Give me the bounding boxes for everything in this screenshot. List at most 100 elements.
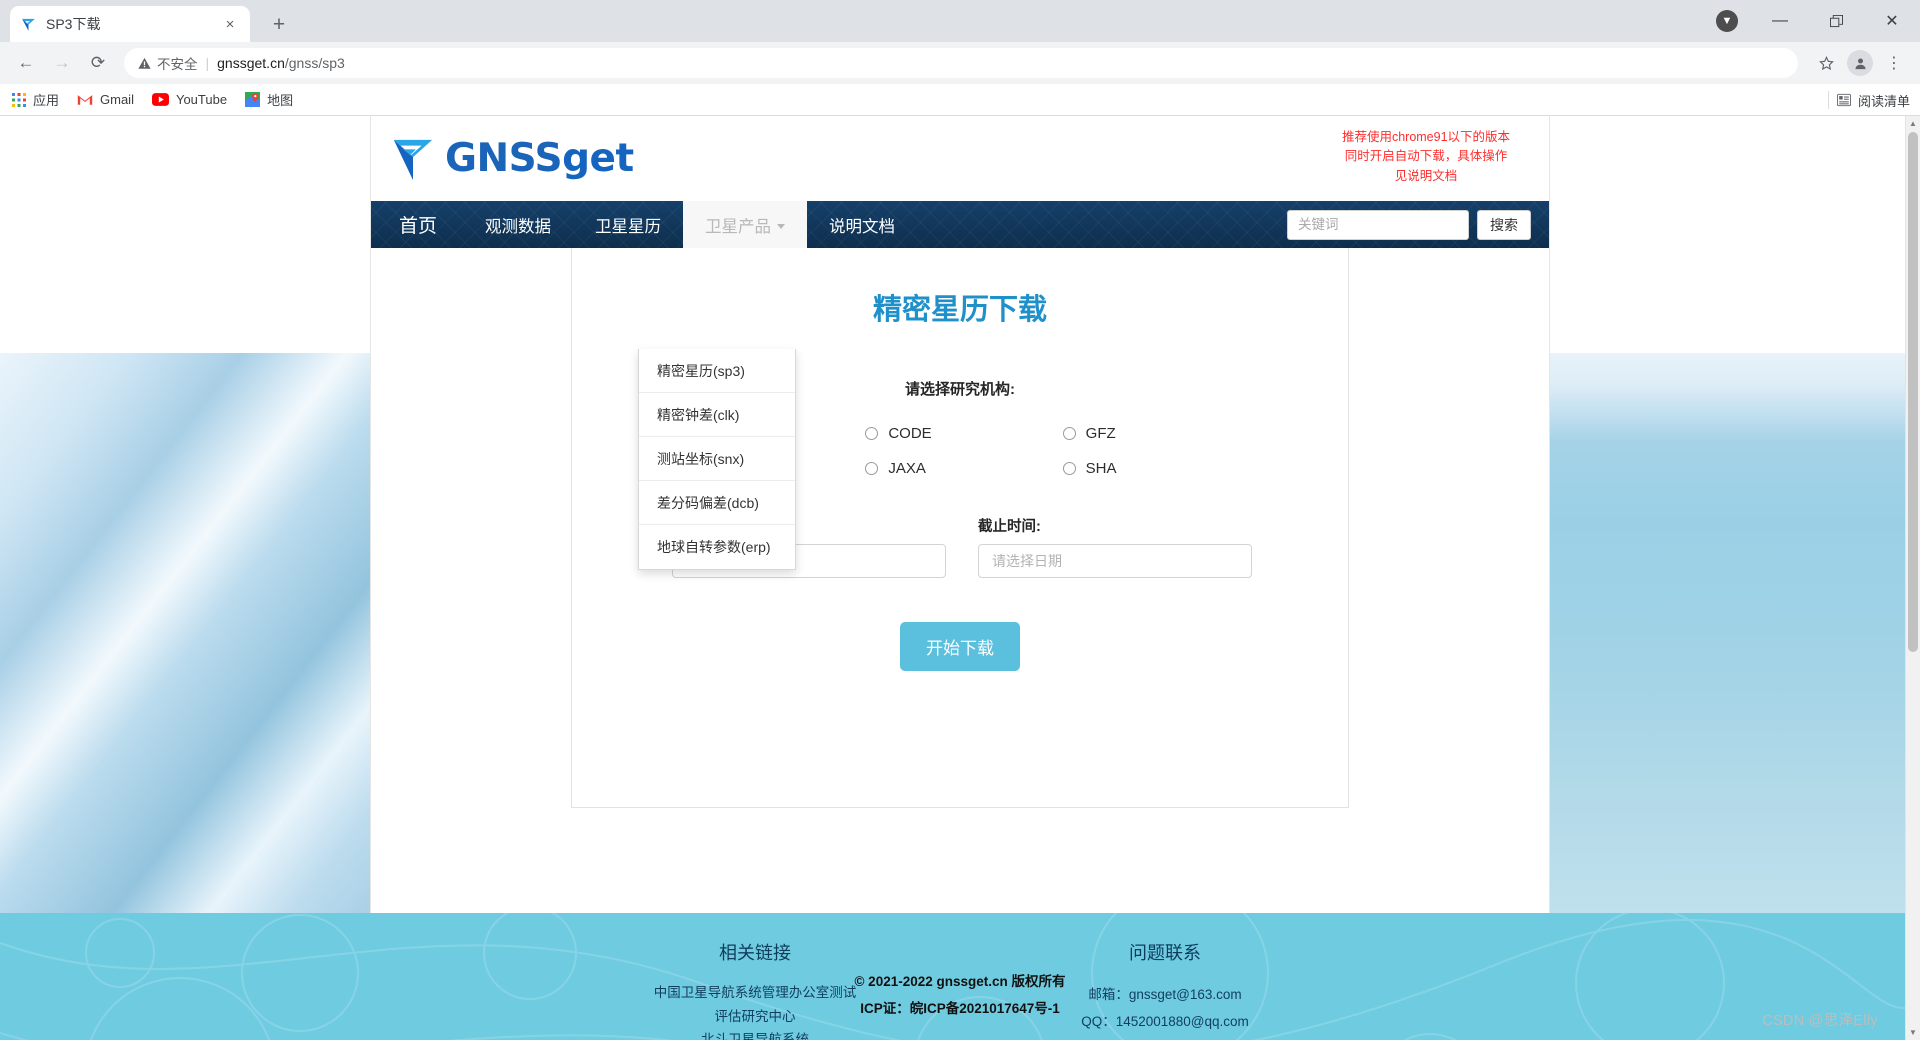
nav-item-home[interactable]: 首页 <box>371 201 463 248</box>
bookmark-youtube[interactable]: YouTube <box>151 92 228 107</box>
minimize-button[interactable]: — <box>1752 0 1808 42</box>
radio-label: JAXA <box>888 460 926 477</box>
new-tab-button[interactable]: + <box>264 9 294 39</box>
footer-link[interactable]: 北斗卫星导航系统 <box>625 1028 885 1040</box>
profile-button[interactable] <box>1844 47 1876 79</box>
search-button[interactable]: 搜索 <box>1477 209 1531 240</box>
scroll-down-icon[interactable]: ▼ <box>1906 1025 1920 1040</box>
maximize-button[interactable] <box>1808 0 1864 42</box>
radio-label: GFZ <box>1085 425 1116 442</box>
csdn-watermark: CSDN @思泽Elly <box>1762 1013 1878 1029</box>
apps-grid-icon <box>12 92 26 107</box>
search-input[interactable] <box>1287 209 1469 240</box>
reading-list-label: 阅读清单 <box>1857 93 1910 109</box>
satellite-products-dropdown: 精密星历(sp3) 精密钟差(clk) 测站坐标(snx) 差分码偏差(dcb)… <box>638 349 796 570</box>
triangle-arrow-logo-icon <box>393 139 433 180</box>
maximize-icon <box>1829 14 1843 27</box>
chrome-version-notice: 推荐使用chrome91以下的版本 同时开启自动下载，具体操作 见说明文档 <box>1321 128 1531 186</box>
tab-title: SP3下载 <box>46 16 101 32</box>
notice-line-3: 见说明文档 <box>1394 168 1458 183</box>
nav-item-observation-data[interactable]: 观测数据 <box>463 201 573 248</box>
security-indicator[interactable]: 不安全 <box>138 53 198 73</box>
logo-text-primary: GNSS <box>445 136 563 181</box>
footer-contact-title: 问题联系 <box>1129 943 1201 963</box>
site-container: GNSSget 推荐使用chrome91以下的版本 同时开启自动下载，具体操作 … <box>371 116 1549 1040</box>
nav-item-documentation[interactable]: 说明文档 <box>807 201 917 248</box>
toolbar-right: ⋮ <box>1810 47 1910 79</box>
notice-line-2: 同时开启自动下载，具体操作 <box>1344 149 1508 164</box>
chevron-down-icon <box>777 224 786 229</box>
web-page: GNSSget 推荐使用chrome91以下的版本 同时开启自动下载，具体操作 … <box>0 116 1920 1040</box>
bookmark-label: Gmail <box>100 92 134 107</box>
dropdown-item-dcb[interactable]: 差分码偏差(dcb) <box>639 481 795 525</box>
browser-tab[interactable]: SP3下载 × <box>10 6 250 42</box>
radio-option-gfz[interactable]: GFZ <box>1062 425 1260 442</box>
end-date-input[interactable] <box>978 544 1252 578</box>
radio-option-sha[interactable]: SHA <box>1062 460 1260 477</box>
bookmark-maps[interactable]: 地图 <box>245 90 293 109</box>
dropdown-item-sp3[interactable]: 精密星历(sp3) <box>639 349 795 393</box>
warning-triangle-icon <box>138 57 151 69</box>
dropdown-item-clk[interactable]: 精密钟差(clk) <box>639 393 795 437</box>
reading-list-icon <box>1836 93 1851 107</box>
site-logo[interactable]: GNSSget <box>391 136 634 182</box>
page-viewport: GNSSget 推荐使用chrome91以下的版本 同时开启自动下载，具体操作 … <box>0 116 1920 1040</box>
site-footer: 相关链接 中国卫星导航系统管理办公室测试 评估研究中心 北斗卫星导航系统 国际G… <box>0 913 1920 1040</box>
reading-list-button[interactable]: 阅读清单 <box>1836 91 1910 110</box>
reading-list-area: 阅读清单 <box>1816 84 1910 116</box>
bookmark-gmail[interactable]: Gmail <box>77 92 134 107</box>
bookmark-label: 应用 <box>33 93 60 108</box>
omnibox-divider: | <box>205 55 210 71</box>
start-download-button[interactable]: 开始下载 <box>900 622 1020 671</box>
close-window-button[interactable]: ✕ <box>1864 0 1920 42</box>
notice-line-1: 推荐使用chrome91以下的版本 <box>1341 130 1511 144</box>
youtube-icon <box>151 93 169 106</box>
end-date-label: 截止时间: <box>978 519 1041 535</box>
browser-menu-icon[interactable]: ⋮ <box>1878 47 1910 79</box>
radio-icon[interactable] <box>1062 427 1076 440</box>
radio-icon[interactable] <box>1062 462 1076 475</box>
scrollbar-thumb[interactable] <box>1908 132 1918 652</box>
url-text: gnssget.cn/gnss/sp3 <box>217 55 345 71</box>
close-icon[interactable]: × <box>220 14 240 34</box>
maps-icon <box>245 92 261 107</box>
security-text: 不安全 <box>157 57 198 72</box>
address-bar[interactable]: 不安全 | gnssget.cn/gnss/sp3 <box>124 48 1798 78</box>
back-icon[interactable]: ← <box>10 47 42 79</box>
url-host: gnssget.cn <box>217 55 285 71</box>
nav-item-label: 卫星产品 <box>705 217 772 236</box>
gmail-icon <box>77 95 93 105</box>
radio-icon[interactable] <box>865 427 879 440</box>
page-scrollbar[interactable]: ▲ ▼ <box>1905 116 1920 1040</box>
bookmark-apps[interactable]: 应用 <box>12 90 59 109</box>
background-art-left <box>0 353 371 913</box>
scroll-up-icon[interactable]: ▲ <box>1906 116 1920 131</box>
bookmark-label: 地图 <box>267 93 294 108</box>
site-navbar: 首页 观测数据 卫星星历 卫星产品 说明文档 搜索 <box>371 201 1549 248</box>
icp-text: ICP证：皖ICP备2021017647号-1 <box>860 1001 1060 1016</box>
page-title: 精密星历下载 <box>872 294 1047 326</box>
dropdown-item-erp[interactable]: 地球自转参数(erp) <box>639 525 795 569</box>
bookmark-label: YouTube <box>175 92 228 107</box>
nav-item-satellite-ephemeris[interactable]: 卫星星历 <box>573 201 683 248</box>
end-date-field: 截止时间: <box>978 515 1252 578</box>
radio-option-code[interactable]: CODE <box>865 425 1062 442</box>
footer-links-title: 相关链接 <box>719 943 791 963</box>
browser-window: SP3下载 × + ▼ — ✕ ← → ⟳ 不安全 | gnssget.cn/g… <box>0 0 1920 1040</box>
logo-text: GNSSget <box>445 136 634 181</box>
reload-icon[interactable]: ⟳ <box>82 47 114 79</box>
url-path: /gnss/sp3 <box>284 55 345 71</box>
bookmark-star-icon[interactable] <box>1810 47 1842 79</box>
radio-option-jaxa[interactable]: JAXA <box>865 460 1062 477</box>
bookmarks-bar: 应用 Gmail YouTube 地图 阅读清单 <box>0 84 1920 116</box>
dropdown-item-snx[interactable]: 测站坐标(snx) <box>639 437 795 481</box>
radio-icon[interactable] <box>865 462 879 475</box>
radio-label: CODE <box>888 425 932 442</box>
site-header: GNSSget 推荐使用chrome91以下的版本 同时开启自动下载，具体操作 … <box>371 116 1549 201</box>
background-art-right <box>1549 353 1920 913</box>
forward-icon[interactable]: → <box>46 47 78 79</box>
download-icon[interactable]: ▼ <box>1716 10 1738 32</box>
footer-copyright: © 2021-2022 gnssget.cn 版权所有 ICP证：皖ICP备20… <box>0 968 1920 1022</box>
nav-item-satellite-products[interactable]: 卫星产品 <box>683 201 808 248</box>
tab-strip: SP3下载 × + ▼ — ✕ <box>0 0 1920 42</box>
